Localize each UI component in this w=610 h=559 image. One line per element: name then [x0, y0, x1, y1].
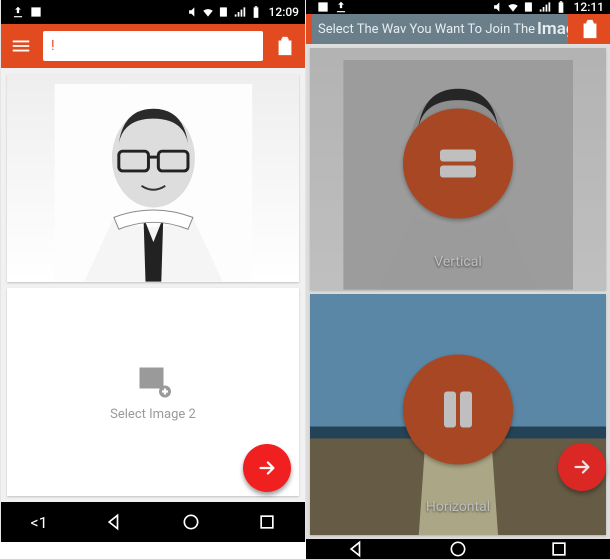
- signal-icon: [538, 0, 552, 14]
- nav-recent[interactable]: [529, 539, 589, 559]
- image-1-placeholder: [7, 74, 299, 282]
- mute-icon: [490, 0, 504, 14]
- select-image-label: Select Image 2: [110, 407, 196, 422]
- mute-icon: [185, 5, 199, 19]
- upload-icon: [334, 0, 348, 14]
- status-time: 12:11: [574, 0, 604, 14]
- signal-icon: [233, 5, 247, 19]
- banner-text: Select The Wav You Want To Join The: [318, 22, 535, 37]
- banner-emph: Imago: [537, 19, 568, 39]
- status-bar: 12:09: [1, 0, 305, 24]
- status-bar: 12:11: [306, 0, 610, 14]
- portrait-illustration: [22, 84, 285, 282]
- left-screen: 12:09 !: [0, 0, 305, 542]
- upload-icon: [11, 5, 25, 19]
- clipboard-button[interactable]: [271, 32, 299, 60]
- nav-back-more[interactable]: <1: [9, 513, 69, 532]
- nav-bar: [306, 539, 610, 559]
- image-icon: [316, 0, 330, 14]
- horizontal-option-card[interactable]: Horizontal: [310, 294, 606, 536]
- horizontal-label: Horizontal: [426, 499, 490, 515]
- search-input[interactable]: !: [43, 31, 263, 61]
- battery-icon: [249, 5, 263, 19]
- card-icon: [522, 0, 536, 14]
- vertical-label: Vertical: [434, 254, 481, 270]
- image-1-card[interactable]: [7, 74, 299, 282]
- right-screen: 12:11 Select The Wav You Want To Join Th…: [305, 0, 610, 542]
- tooltip-banner: Select The Wav You Want To Join The Imag…: [312, 14, 568, 44]
- vertical-option-card[interactable]: Vertical: [310, 48, 606, 290]
- status-time: 12:09: [269, 5, 299, 19]
- content-area: Vertical Horizontal: [306, 44, 610, 539]
- clipboard-button[interactable]: [576, 15, 604, 43]
- content-area: Select Image 2: [1, 68, 305, 502]
- rows-icon: [430, 135, 486, 191]
- nav-recent[interactable]: [237, 512, 297, 532]
- nav-home[interactable]: [161, 512, 221, 532]
- horizontal-option-button[interactable]: [403, 354, 513, 464]
- vertical-option-button[interactable]: [403, 108, 513, 218]
- nav-home[interactable]: [428, 539, 488, 559]
- app-bar: !: [1, 24, 305, 68]
- card-icon: [217, 5, 231, 19]
- nav-back[interactable]: [85, 512, 145, 532]
- menu-button[interactable]: [7, 32, 35, 60]
- app-bar: Select The Wav You Want To Join The Imag…: [306, 14, 610, 44]
- hamburger-icon: [10, 35, 32, 57]
- clipboard-icon: [274, 35, 296, 57]
- image-icon: [29, 5, 43, 19]
- clipboard-icon: [579, 18, 601, 40]
- nav-back[interactable]: [327, 539, 387, 559]
- wifi-icon: [506, 0, 520, 14]
- arrow-right-icon: [256, 457, 278, 479]
- next-fab[interactable]: [243, 444, 291, 492]
- nav-bar: <1: [1, 502, 305, 542]
- arrow-right-icon: [571, 456, 593, 478]
- battery-icon: [554, 0, 568, 14]
- search-text: !: [51, 38, 55, 54]
- columns-icon: [430, 381, 486, 437]
- add-image-icon: [135, 363, 171, 399]
- wifi-icon: [201, 5, 215, 19]
